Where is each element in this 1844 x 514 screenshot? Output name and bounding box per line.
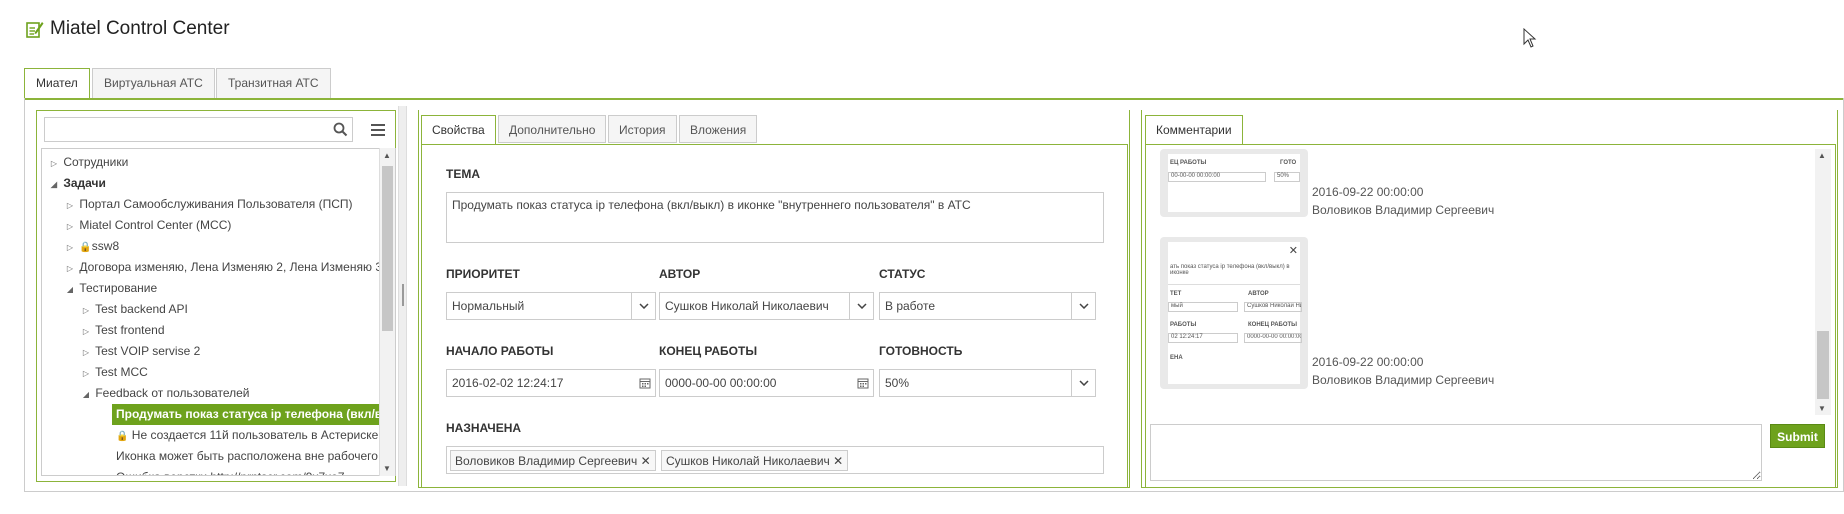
mouse-cursor-icon (1523, 28, 1537, 48)
tree-item-tasks[interactable]: ◢ Задачи (48, 173, 106, 194)
expand-arrow-icon[interactable]: ▷ (64, 195, 76, 216)
tab-virtual-ats[interactable]: Виртуальная АТС (92, 68, 215, 99)
expand-arrow-icon[interactable]: ▷ (64, 237, 76, 258)
tab-comments[interactable]: Комментарии (1145, 115, 1243, 145)
comment-attachment-thumbnail[interactable]: ЕЦ РАБОТЫ ГОТО 00-00-00 00:00:00 50% (1160, 149, 1308, 217)
submit-button[interactable]: Submit (1770, 424, 1825, 448)
calendar-icon[interactable] (853, 370, 873, 396)
readiness-select[interactable]: 50% (879, 369, 1096, 397)
expand-arrow-icon[interactable]: ▷ (64, 216, 76, 237)
module-tabs: Миател Виртуальная АТС Транзитная АТС (24, 68, 1844, 100)
tree-scrollbar[interactable]: ▲ ▼ (379, 148, 395, 476)
scroll-down-icon[interactable]: ▼ (383, 464, 391, 473)
priority-label: ПРИОРИТЕТ (446, 267, 520, 281)
content-bottom-border (24, 491, 1844, 492)
app-header: Miatel Control Center (26, 18, 230, 40)
collapse-arrow-icon[interactable]: ◢ (64, 279, 76, 300)
calendar-icon[interactable] (635, 370, 655, 396)
tree-search-input[interactable] (44, 117, 353, 142)
chevron-down-icon[interactable] (1071, 370, 1095, 396)
tree-item-test-voip[interactable]: ▷ Test VOIP servise 2 (80, 341, 200, 362)
status-select[interactable]: В работе (879, 292, 1096, 320)
tab-properties[interactable]: Свойства (421, 115, 496, 145)
comment-input[interactable] (1150, 424, 1762, 481)
start-date-value: 2016-02-02 12:24:17 (452, 376, 564, 390)
scroll-down-icon[interactable]: ▼ (1818, 404, 1826, 413)
priority-select[interactable]: Нормальный (446, 292, 656, 320)
readiness-label: ГОТОВНОСТЬ (879, 344, 963, 358)
topic-textarea[interactable]: Продумать показ статуса ip телефона (вкл… (446, 192, 1104, 243)
splitter-grip[interactable] (402, 284, 404, 306)
close-icon[interactable]: ✕ (1289, 244, 1298, 257)
start-date-input[interactable]: 2016-02-02 12:24:17 (446, 369, 656, 397)
remove-tag-icon[interactable]: ✕ (641, 454, 651, 468)
remove-tag-icon[interactable]: ✕ (833, 454, 843, 468)
lock-icon: 🔒 (79, 242, 92, 253)
tree-item-testing[interactable]: ◢ Тестирование (64, 278, 157, 299)
assigned-label: НАЗНАЧЕНА (446, 421, 522, 435)
expand-arrow-icon[interactable]: ▷ (80, 321, 92, 342)
collapse-arrow-icon[interactable]: ◢ (48, 174, 60, 195)
collapse-arrow-icon[interactable]: ◢ (80, 384, 92, 405)
chevron-down-icon[interactable] (1071, 293, 1095, 319)
author-label: АВТОР (659, 267, 701, 281)
tree-item-test-mcc[interactable]: ▷ Test MCC (80, 362, 148, 383)
scroll-up-icon[interactable]: ▲ (383, 151, 391, 160)
chevron-down-icon[interactable] (849, 293, 873, 319)
edit-note-icon (26, 22, 44, 38)
app-title: Miatel Control Center (50, 18, 230, 39)
expand-arrow-icon[interactable]: ▷ (48, 153, 60, 174)
tree-item-task-layout[interactable]: Ошибка верстки http://prntscr.com/9x7xo7 (116, 467, 345, 475)
expand-arrow-icon[interactable]: ▷ (80, 342, 92, 363)
expand-arrow-icon[interactable]: ▷ (64, 258, 76, 279)
assignee-tag: Сушков Николай Николаевич ✕ (661, 450, 849, 471)
tree-item-test-frontend[interactable]: ▷ Test frontend (80, 320, 165, 341)
expand-arrow-icon[interactable]: ▷ (80, 300, 92, 321)
tree-item-employees[interactable]: ▷ Сотрудники (48, 152, 128, 173)
expand-arrow-icon[interactable]: ▷ (80, 363, 92, 384)
tab-miatel[interactable]: Миател (24, 68, 90, 100)
scroll-up-icon[interactable]: ▲ (1818, 151, 1826, 160)
readiness-value: 50% (885, 376, 910, 390)
priority-value: Нормальный (452, 299, 525, 313)
search-icon[interactable] (333, 122, 348, 137)
comment-author: Воловиков Владимир Сергеевич (1312, 373, 1495, 387)
tab-transit-ats[interactable]: Транзитная АТС (216, 68, 331, 99)
start-date-label: НАЧАЛО РАБОТЫ (446, 344, 554, 358)
scrollbar-thumb[interactable] (382, 166, 393, 331)
topic-label: ТЕМА (446, 167, 480, 181)
status-value: В работе (885, 299, 936, 313)
tree-item-ssw8[interactable]: ▷ 🔒ssw8 (64, 236, 119, 257)
task-tree: ▷ Сотрудники ◢ Задачи ▷ Портал Самообслу… (41, 148, 396, 476)
hamburger-menu-icon[interactable] (367, 117, 389, 142)
tab-additional[interactable]: Дополнительно (498, 115, 607, 143)
author-select[interactable]: Сушков Николай Николаевич (659, 292, 874, 320)
tree-item-task-11th-user[interactable]: 🔒 Не создается 11й пользователь в Астери… (116, 425, 378, 446)
tree-item-mcc[interactable]: ▷ Miatel Control Center (MCC) (64, 215, 231, 236)
end-date-input[interactable]: 0000-00-00 00:00:00 (659, 369, 874, 397)
panel-splitter[interactable] (398, 106, 407, 486)
comment-date: 2016-09-22 00:00:00 (1312, 185, 1424, 199)
chevron-down-icon[interactable] (631, 293, 655, 319)
tree-item-contracts[interactable]: ▷ Договора изменяю, Лена Изменяю 2, Лена… (64, 257, 382, 278)
tree-item-selected-task[interactable]: Продумать показ статуса ip телефона (вкл… (112, 404, 395, 425)
comment-attachment-thumbnail[interactable]: ать показ статуса ip телефона (вкл/выкл)… (1160, 237, 1308, 389)
end-date-value: 0000-00-00 00:00:00 (665, 376, 777, 390)
author-value: Сушков Николай Николаевич (665, 299, 829, 313)
tree-item-test-backend[interactable]: ▷ Test backend API (80, 299, 188, 320)
assignee-tag: Воловиков Владимир Сергеевич ✕ (450, 450, 656, 471)
tree-item-feedback[interactable]: ◢ Feedback от пользователей (80, 383, 250, 404)
comment-date: 2016-09-22 00:00:00 (1312, 355, 1424, 369)
tab-attachments[interactable]: Вложения (679, 115, 758, 143)
lock-icon: 🔒 (116, 431, 129, 442)
end-date-label: КОНЕЦ РАБОТЫ (659, 344, 758, 358)
tree-item-psp[interactable]: ▷ Портал Самообслуживания Пользователя (… (64, 194, 353, 215)
comment-author: Воловиков Владимир Сергеевич (1312, 203, 1495, 217)
scrollbar-thumb[interactable] (1817, 331, 1829, 399)
tree-item-task-icon[interactable]: Иконка может быть расположена вне рабоче… (116, 446, 395, 467)
tab-history[interactable]: История (608, 115, 677, 143)
comments-scrollbar[interactable]: ▲ ▼ (1815, 149, 1831, 415)
assigned-tags-input[interactable]: Воловиков Владимир Сергеевич ✕ Сушков Ни… (446, 446, 1104, 474)
status-label: СТАТУС (879, 267, 926, 281)
